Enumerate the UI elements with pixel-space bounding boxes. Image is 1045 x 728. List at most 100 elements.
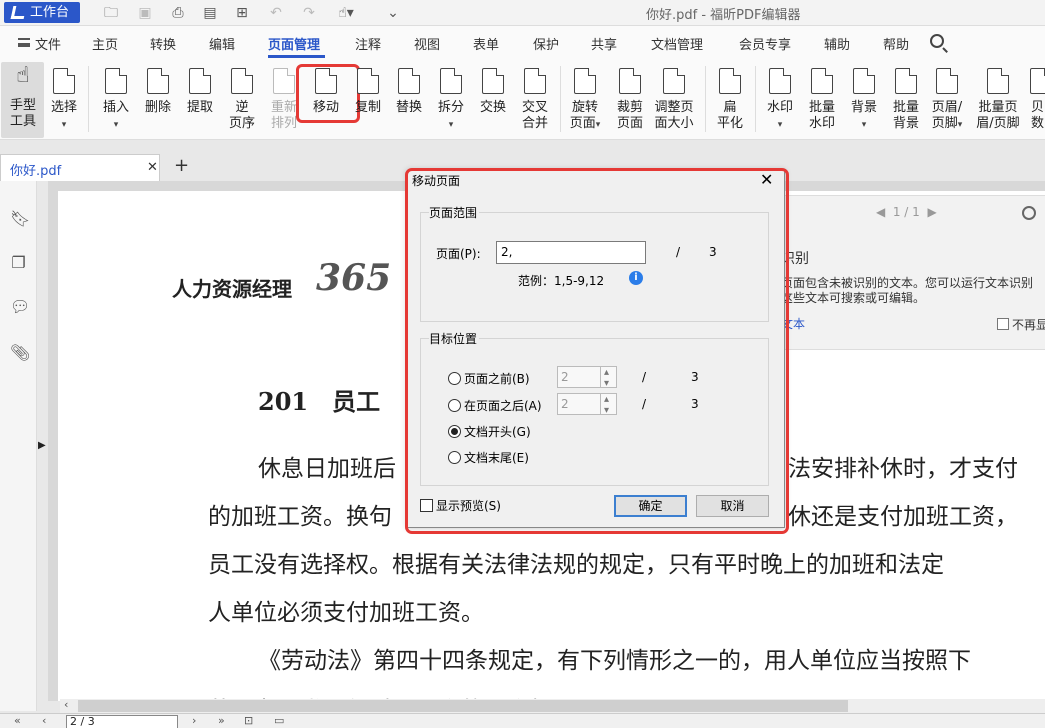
watermark-button[interactable]: 水印 ▾ (764, 68, 796, 133)
cancel-button[interactable]: 取消 (696, 495, 769, 517)
swap-icon (482, 68, 504, 94)
save-icon[interactable]: ▣ (136, 4, 154, 22)
split-dropdown-icon: ▾ (448, 120, 454, 130)
pages-icon[interactable]: ❐ (10, 253, 27, 273)
brand-text: 人力资源经理 (172, 277, 292, 301)
menu-member[interactable]: 会员专享 (739, 34, 791, 53)
bookmark-icon[interactable]: 🔖︎ (10, 209, 30, 229)
comment-icon[interactable]: 💬︎ (10, 297, 30, 317)
before-page-stepper[interactable]: 2 (557, 363, 617, 394)
batch-background-button[interactable]: 批量 背景 (890, 68, 922, 132)
menu-convert[interactable]: 转换 (150, 34, 176, 53)
replace-button[interactable]: 替换 (393, 68, 425, 116)
attachment-icon[interactable]: 📎︎ (10, 343, 30, 363)
new-file-icon[interactable]: ⊞ (233, 4, 251, 22)
extract-page-icon (189, 68, 211, 94)
hand-tool-button[interactable]: ☝ 手型 工具 (5, 65, 41, 130)
tab-document[interactable]: 你好.pdf ✕ (0, 154, 160, 181)
prev-page-icon[interactable]: ‹ (42, 714, 46, 727)
menu-assist[interactable]: 辅助 (824, 34, 850, 53)
resize-page-button[interactable]: 调整页 面大小 (652, 68, 696, 132)
extract-button[interactable]: 提取 (184, 68, 216, 116)
radio-document-start[interactable]: 文档开头(G) (448, 423, 531, 440)
scrollbar-thumb[interactable] (78, 700, 848, 712)
notice-pager[interactable]: ◀ 1 / 1 ▶ (876, 205, 937, 219)
menu-home[interactable]: 主页 (92, 34, 118, 53)
menu-help[interactable]: 帮助 (883, 34, 909, 53)
dont-show-checkbox[interactable]: 不再显 (997, 316, 1045, 333)
radio-before-page[interactable]: 页面之前(B) (448, 370, 530, 387)
paragraph-line-right: 法安排补休时，才支付 (788, 456, 1018, 482)
add-tab-icon[interactable]: + (174, 155, 189, 176)
split-button[interactable]: 拆分 ▾ (435, 68, 467, 133)
notice-pager-text: 1 / 1 (892, 205, 920, 219)
scroll-left-icon[interactable]: ‹ (64, 698, 68, 711)
close-icon[interactable]: ✕ (760, 170, 773, 189)
menu-hamburger-icon[interactable] (18, 38, 30, 47)
show-preview-checkbox[interactable]: 显示预览(S) (420, 497, 501, 514)
gear-icon[interactable] (1022, 206, 1036, 220)
swap-button[interactable]: 交换 (477, 68, 509, 116)
stepper-arrows-icon[interactable] (600, 363, 616, 394)
undo-icon[interactable]: ↶ (267, 4, 285, 22)
total-pages-text: 3 (691, 370, 699, 384)
header-footer-button[interactable]: 页眉/ 页脚▾ (928, 68, 966, 133)
select-dropdown-icon: ▾ (61, 120, 67, 130)
bates-label-2: 数 (1030, 116, 1044, 131)
rotate-page-button[interactable]: 旋转 页面▾ (566, 68, 604, 133)
batch-header-footer-button[interactable]: 批量页 眉/页脚 (974, 68, 1022, 132)
menu-form[interactable]: 表单 (473, 34, 499, 53)
crop-page-button[interactable]: 裁剪 页面 (614, 68, 646, 132)
fit-page-icon[interactable]: ⊡ (244, 714, 253, 727)
split-label: 拆分 (437, 100, 464, 115)
menu-file[interactable]: 文件 (35, 34, 61, 53)
workbench-button[interactable]: 工作台 (4, 2, 80, 23)
select-button[interactable]: 选择 ▾ (49, 68, 79, 133)
page-range-input[interactable]: 2, (496, 241, 646, 264)
ok-button[interactable]: 确定 (614, 495, 687, 517)
slash-text: / (676, 245, 681, 259)
print-icon[interactable]: ⎙ (169, 4, 187, 22)
search-icon[interactable] (930, 34, 944, 48)
menu-share[interactable]: 共享 (591, 34, 617, 53)
radio-document-end[interactable]: 文档末尾(E) (448, 449, 529, 466)
header-footer-label-2: 页脚 (931, 116, 958, 131)
after-page-stepper[interactable]: 2 (557, 390, 617, 421)
redo-icon[interactable]: ↷ (300, 4, 318, 22)
radio-after-page[interactable]: 在页面之后(A) (448, 397, 542, 414)
background-button[interactable]: 背景 ▾ (848, 68, 880, 133)
move-button-highlight (296, 64, 360, 123)
info-icon[interactable]: i (629, 271, 643, 285)
watermark-icon (769, 68, 791, 94)
menu-protect[interactable]: 保护 (533, 34, 559, 53)
file-icon[interactable]: ▤ (201, 4, 219, 22)
stepper-arrows-icon[interactable] (600, 390, 616, 421)
interleave-button[interactable]: 交叉 合并 (519, 68, 551, 132)
page-number-input[interactable]: 2 / 3 (66, 715, 178, 728)
bates-button[interactable]: 贝 数 (1030, 68, 1045, 132)
menu-document-management[interactable]: 文档管理 (651, 34, 703, 53)
panel-expand-icon[interactable]: ▶ (38, 440, 48, 451)
close-icon[interactable]: ✕ (147, 160, 158, 175)
menu-view[interactable]: 视图 (414, 34, 440, 53)
copy-page-button[interactable]: 复制 (353, 68, 383, 116)
customize-chevron-icon[interactable]: ⌄ (384, 4, 402, 22)
first-page-icon[interactable]: « (14, 714, 21, 727)
menu-edit[interactable]: 编辑 (209, 34, 235, 53)
paragraph-line: 《劳动法》第四十四条规定，有下列情形之一的，用人单位应当按照下 (258, 648, 971, 674)
hand-dropdown-icon[interactable]: ☝▾ (333, 4, 359, 22)
last-page-icon[interactable]: » (218, 714, 225, 727)
insert-label: 插入 (102, 100, 129, 115)
batch-watermark-button[interactable]: 批量 水印 (806, 68, 838, 132)
target-position-label: 目标位置 (429, 330, 480, 347)
menu-comment[interactable]: 注释 (355, 34, 381, 53)
menu-page-management[interactable]: 页面管理 (268, 34, 320, 53)
reverse-order-button[interactable]: 逆 页序 (226, 68, 258, 132)
insert-button[interactable]: 插入 ▾ (100, 68, 132, 133)
single-page-icon[interactable]: ▭ (274, 714, 284, 727)
flatten-button[interactable]: 扁 平化 (714, 68, 746, 132)
delete-button[interactable]: 删除 (142, 68, 174, 116)
open-folder-icon[interactable]: 🗀 (102, 4, 120, 22)
next-page-icon[interactable]: › (192, 714, 196, 727)
crop-label-1: 裁剪 (616, 100, 643, 115)
